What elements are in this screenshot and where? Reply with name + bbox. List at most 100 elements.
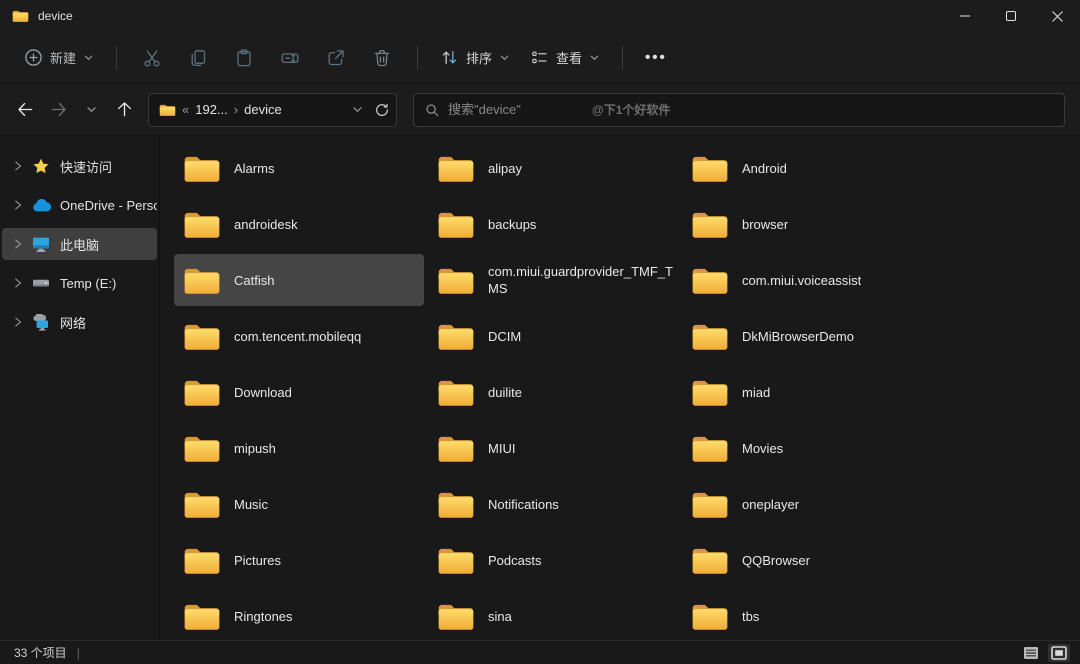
folder-name: duilite bbox=[488, 384, 522, 401]
chevron-right-icon[interactable] bbox=[12, 276, 28, 290]
folder-tile[interactable]: Music bbox=[174, 478, 424, 530]
sidebar-item-network[interactable]: 网络 bbox=[2, 306, 157, 338]
large-icons-view-button[interactable] bbox=[1048, 644, 1070, 662]
separator bbox=[417, 46, 418, 70]
folder-icon bbox=[437, 321, 475, 352]
folder-icon bbox=[437, 601, 475, 632]
folder-icon bbox=[183, 209, 221, 240]
status-divider: | bbox=[77, 646, 80, 660]
folder-name: backups bbox=[488, 216, 536, 233]
folder-name: mipush bbox=[234, 440, 276, 457]
up-button[interactable] bbox=[109, 94, 140, 125]
folder-tile[interactable]: Pictures bbox=[174, 534, 424, 586]
folder-icon bbox=[183, 433, 221, 464]
separator bbox=[116, 46, 117, 70]
folder-tile[interactable]: Ringtones bbox=[174, 590, 424, 640]
maximize-button[interactable] bbox=[988, 0, 1034, 32]
folder-tile[interactable]: tbs bbox=[682, 590, 932, 640]
details-view-button[interactable] bbox=[1020, 644, 1042, 662]
folder-tile[interactable]: Alarms bbox=[174, 142, 424, 194]
folder-name: Android bbox=[742, 160, 787, 177]
folder-tile[interactable]: Notifications bbox=[428, 478, 678, 530]
star-icon bbox=[32, 157, 52, 175]
folder-tile[interactable]: DkMiBrowserDemo bbox=[682, 310, 932, 362]
folder-tile[interactable]: com.miui.voiceassist bbox=[682, 254, 932, 306]
sort-arrows-icon bbox=[440, 48, 459, 67]
delete-button[interactable] bbox=[359, 40, 405, 76]
drive-icon bbox=[32, 274, 52, 292]
search-input[interactable] bbox=[448, 102, 578, 117]
folder-grid: Alarmsalipay Android androidesk backups brow… bbox=[160, 136, 1080, 640]
forward-button[interactable] bbox=[43, 94, 74, 125]
copy-button[interactable] bbox=[175, 40, 221, 76]
new-button[interactable]: 新建 bbox=[14, 40, 104, 75]
folder-tile[interactable]: Movies bbox=[682, 422, 932, 474]
folder-tile[interactable]: com.miui.guardprovider_TMF_TMS bbox=[428, 254, 678, 306]
folder-icon bbox=[183, 321, 221, 352]
breadcrumb-root[interactable]: 192... bbox=[191, 102, 232, 117]
sidebar-item-quick-access[interactable]: 快速访问 bbox=[2, 150, 157, 182]
recent-locations-button[interactable] bbox=[76, 94, 107, 125]
folder-name: androidesk bbox=[234, 216, 298, 233]
chevron-right-icon[interactable] bbox=[12, 198, 28, 212]
folder-icon bbox=[691, 489, 729, 520]
cut-button[interactable] bbox=[129, 40, 175, 76]
view-button-label: 查看 bbox=[556, 48, 582, 67]
folder-tile[interactable]: duilite bbox=[428, 366, 678, 418]
folder-name: browser bbox=[742, 216, 788, 233]
folder-name: com.tencent.mobileqq bbox=[234, 328, 361, 345]
folder-icon bbox=[691, 433, 729, 464]
folder-tile[interactable]: Download bbox=[174, 366, 424, 418]
minimize-button[interactable] bbox=[942, 0, 988, 32]
folder-tile[interactable]: browser bbox=[682, 198, 932, 250]
folder-icon bbox=[691, 545, 729, 576]
folder-tile[interactable]: miad bbox=[682, 366, 932, 418]
breadcrumb-current[interactable]: device bbox=[240, 102, 286, 117]
paste-button[interactable] bbox=[221, 40, 267, 76]
sidebar-item-temp-drive[interactable]: Temp (E:) bbox=[2, 267, 157, 299]
folder-tile[interactable]: Catfish bbox=[174, 254, 424, 306]
refresh-icon[interactable] bbox=[374, 102, 390, 118]
share-button[interactable] bbox=[313, 40, 359, 76]
address-dropdown-icon[interactable] bbox=[351, 103, 364, 116]
close-button[interactable] bbox=[1034, 0, 1080, 32]
titlebar: device bbox=[0, 0, 1080, 32]
more-options-button[interactable]: ••• bbox=[635, 41, 677, 74]
sidebar-item-label: 快速访问 bbox=[60, 157, 112, 176]
folder-tile[interactable]: backups bbox=[428, 198, 678, 250]
folder-name: Music bbox=[234, 496, 268, 513]
chevron-right-icon[interactable] bbox=[12, 315, 28, 329]
folder-icon bbox=[437, 489, 475, 520]
folder-tile[interactable]: DCIM bbox=[428, 310, 678, 362]
folder-tile[interactable]: oneplayer bbox=[682, 478, 932, 530]
folder-tile[interactable]: mipush bbox=[174, 422, 424, 474]
watermark-text: @下1个好软件 bbox=[592, 101, 670, 118]
sidebar-item-onedrive[interactable]: OneDrive - Persor bbox=[2, 189, 157, 221]
folder-icon bbox=[437, 265, 475, 296]
breadcrumb-overflow[interactable]: « bbox=[180, 102, 191, 117]
folder-tile[interactable]: Android bbox=[682, 142, 932, 194]
new-button-label: 新建 bbox=[50, 48, 76, 67]
window-title: device bbox=[38, 9, 73, 23]
folder-tile[interactable]: MIUI bbox=[428, 422, 678, 474]
view-button[interactable]: 查看 bbox=[520, 40, 610, 75]
folder-icon bbox=[183, 489, 221, 520]
folder-tile[interactable]: androidesk bbox=[174, 198, 424, 250]
sort-button[interactable]: 排序 bbox=[430, 40, 520, 75]
address-bar[interactable]: « 192... › device bbox=[148, 93, 397, 127]
command-bar: 新建 排序 查看 ••• bbox=[0, 32, 1080, 84]
folder-tile[interactable]: sina bbox=[428, 590, 678, 640]
folder-tile[interactable]: QQBrowser bbox=[682, 534, 932, 586]
folder-icon bbox=[183, 601, 221, 632]
chevron-right-icon[interactable] bbox=[12, 237, 28, 251]
ellipsis-icon: ••• bbox=[645, 49, 667, 66]
folder-name: Notifications bbox=[488, 496, 559, 513]
sidebar-item-this-pc[interactable]: 此电脑 bbox=[2, 228, 157, 260]
back-button[interactable] bbox=[10, 94, 41, 125]
folder-tile[interactable]: alipay bbox=[428, 142, 678, 194]
folder-tile[interactable]: Podcasts bbox=[428, 534, 678, 586]
search-box[interactable]: @下1个好软件 bbox=[413, 93, 1065, 127]
rename-button[interactable] bbox=[267, 40, 313, 76]
chevron-right-icon[interactable] bbox=[12, 159, 28, 173]
folder-tile[interactable]: com.tencent.mobileqq bbox=[174, 310, 424, 362]
